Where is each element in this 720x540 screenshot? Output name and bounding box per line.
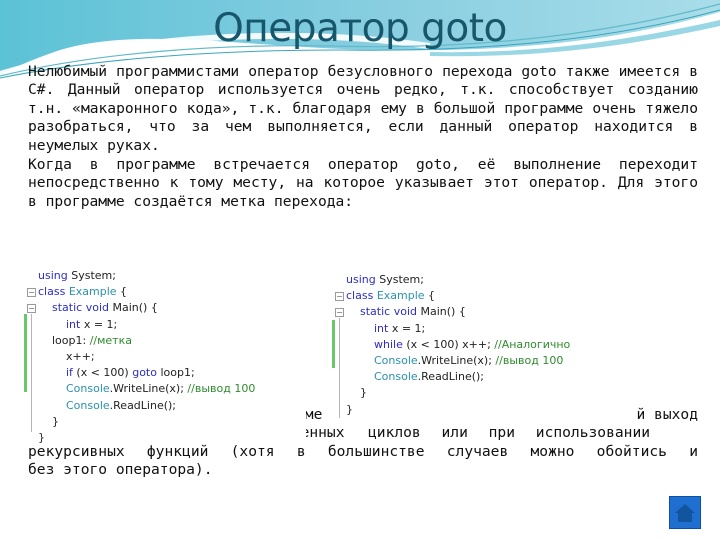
code-token: System; (67, 269, 116, 282)
code-token: { (116, 285, 128, 299)
code-token: (x < 100) x++; (402, 337, 495, 351)
code-keyword: using (346, 273, 376, 286)
code-type: Console (65, 382, 110, 396)
code-line: static void Main() { (346, 304, 570, 320)
fold-guide-line (339, 318, 340, 418)
code-token: x++; (38, 349, 95, 363)
fold-toggle-icon: − (335, 292, 344, 301)
change-indicator-bar (332, 320, 335, 368)
code-type: Console (65, 398, 110, 412)
code-line: } (346, 402, 570, 418)
code-line: static void Main() { (38, 300, 255, 316)
home-icon (675, 503, 695, 522)
code-token: loop1: (38, 333, 90, 347)
change-indicator-bar (24, 314, 27, 392)
code-line: class Example { (38, 284, 255, 300)
code-token: x = 1; (80, 317, 118, 331)
code-line: class Example { (346, 288, 570, 304)
hidden-fragment-2: й выход (636, 406, 698, 423)
while-code-screenshot: − − using System; class Example { static … (330, 268, 628, 420)
fold-toggle-icon: − (27, 304, 36, 313)
code-line: int x = 1; (38, 317, 255, 333)
fold-toggle-icon: − (335, 308, 344, 317)
code-line: Console.WriteLine(x); //вывод 100 (346, 353, 570, 369)
code-line: } (346, 385, 570, 401)
code-token: System; (375, 273, 424, 286)
code-keyword: void (393, 305, 417, 319)
code-keyword: int (65, 317, 81, 331)
code-type: Example (376, 289, 425, 303)
code-type: Console (373, 353, 418, 367)
code-token: .ReadLine(); (109, 398, 177, 412)
code-keyword: void (85, 301, 109, 315)
code-token: .WriteLine(x); (417, 353, 496, 367)
code-token: } (346, 402, 353, 416)
code-type: Console (373, 370, 418, 384)
code-line: x++; (38, 349, 255, 365)
code-keyword: int (373, 321, 389, 335)
code-text: using System; class Example { static void… (38, 268, 255, 446)
code-token: } (346, 386, 367, 400)
code-token: } (38, 430, 45, 444)
code-keyword: class (38, 285, 66, 299)
usage-line-2-text: циклов или при использовании (368, 424, 651, 442)
fold-guide-line (31, 314, 32, 432)
code-line: } (38, 414, 255, 430)
code-type: Example (68, 285, 117, 299)
code-token: { (424, 289, 436, 303)
code-token: Main() { (416, 305, 466, 319)
code-line: Console.WriteLine(x); //вывод 100 (38, 381, 255, 397)
code-line: if (x < 100) goto loop1; (38, 365, 255, 381)
code-token: } (38, 414, 59, 428)
fold-toggle-icon: − (27, 288, 36, 297)
code-keyword: static (360, 305, 391, 319)
code-token: loop1; (156, 366, 195, 380)
code-line: Console.ReadLine(); (38, 398, 255, 414)
slide-title: Оператор goto (213, 6, 507, 51)
code-token: x = 1; (388, 321, 426, 335)
goto-code-screenshot: − − using System; class Example { static … (22, 264, 306, 444)
code-keyword: class (346, 289, 374, 303)
goto-explanation-paragraph: Когда в программе встречается оператор g… (28, 156, 698, 210)
code-line: loop1: //метка (38, 333, 255, 349)
code-token: .WriteLine(x); (109, 382, 188, 396)
code-token: Main() { (108, 301, 158, 315)
code-keyword: while (373, 337, 403, 351)
code-line: } (38, 430, 255, 446)
code-line: using System; (346, 272, 570, 288)
code-line: while (x < 100) x++; //Аналогично (346, 337, 570, 353)
code-line: int x = 1; (346, 321, 570, 337)
code-token: (x < 100) (72, 366, 133, 380)
code-keyword: static (52, 301, 83, 315)
code-comment: //метка (89, 333, 132, 347)
code-line: using System; (38, 268, 255, 284)
code-keyword: using (38, 269, 68, 282)
code-keyword: goto (132, 366, 157, 380)
code-keyword: if (65, 366, 73, 380)
intro-paragraph: Нелюбимый программистами оператор безусл… (28, 63, 698, 154)
home-button[interactable] (669, 496, 701, 529)
code-comment: //Аналогично (494, 337, 571, 351)
usage-line-4: без этого оператора). (28, 461, 213, 479)
code-comment: //вывод 100 (495, 353, 564, 367)
code-line: Console.ReadLine(); (346, 369, 570, 385)
code-comment: //вывод 100 (187, 382, 256, 396)
code-text: using System; class Example { static void… (346, 272, 570, 418)
code-token: .ReadLine(); (417, 370, 485, 384)
